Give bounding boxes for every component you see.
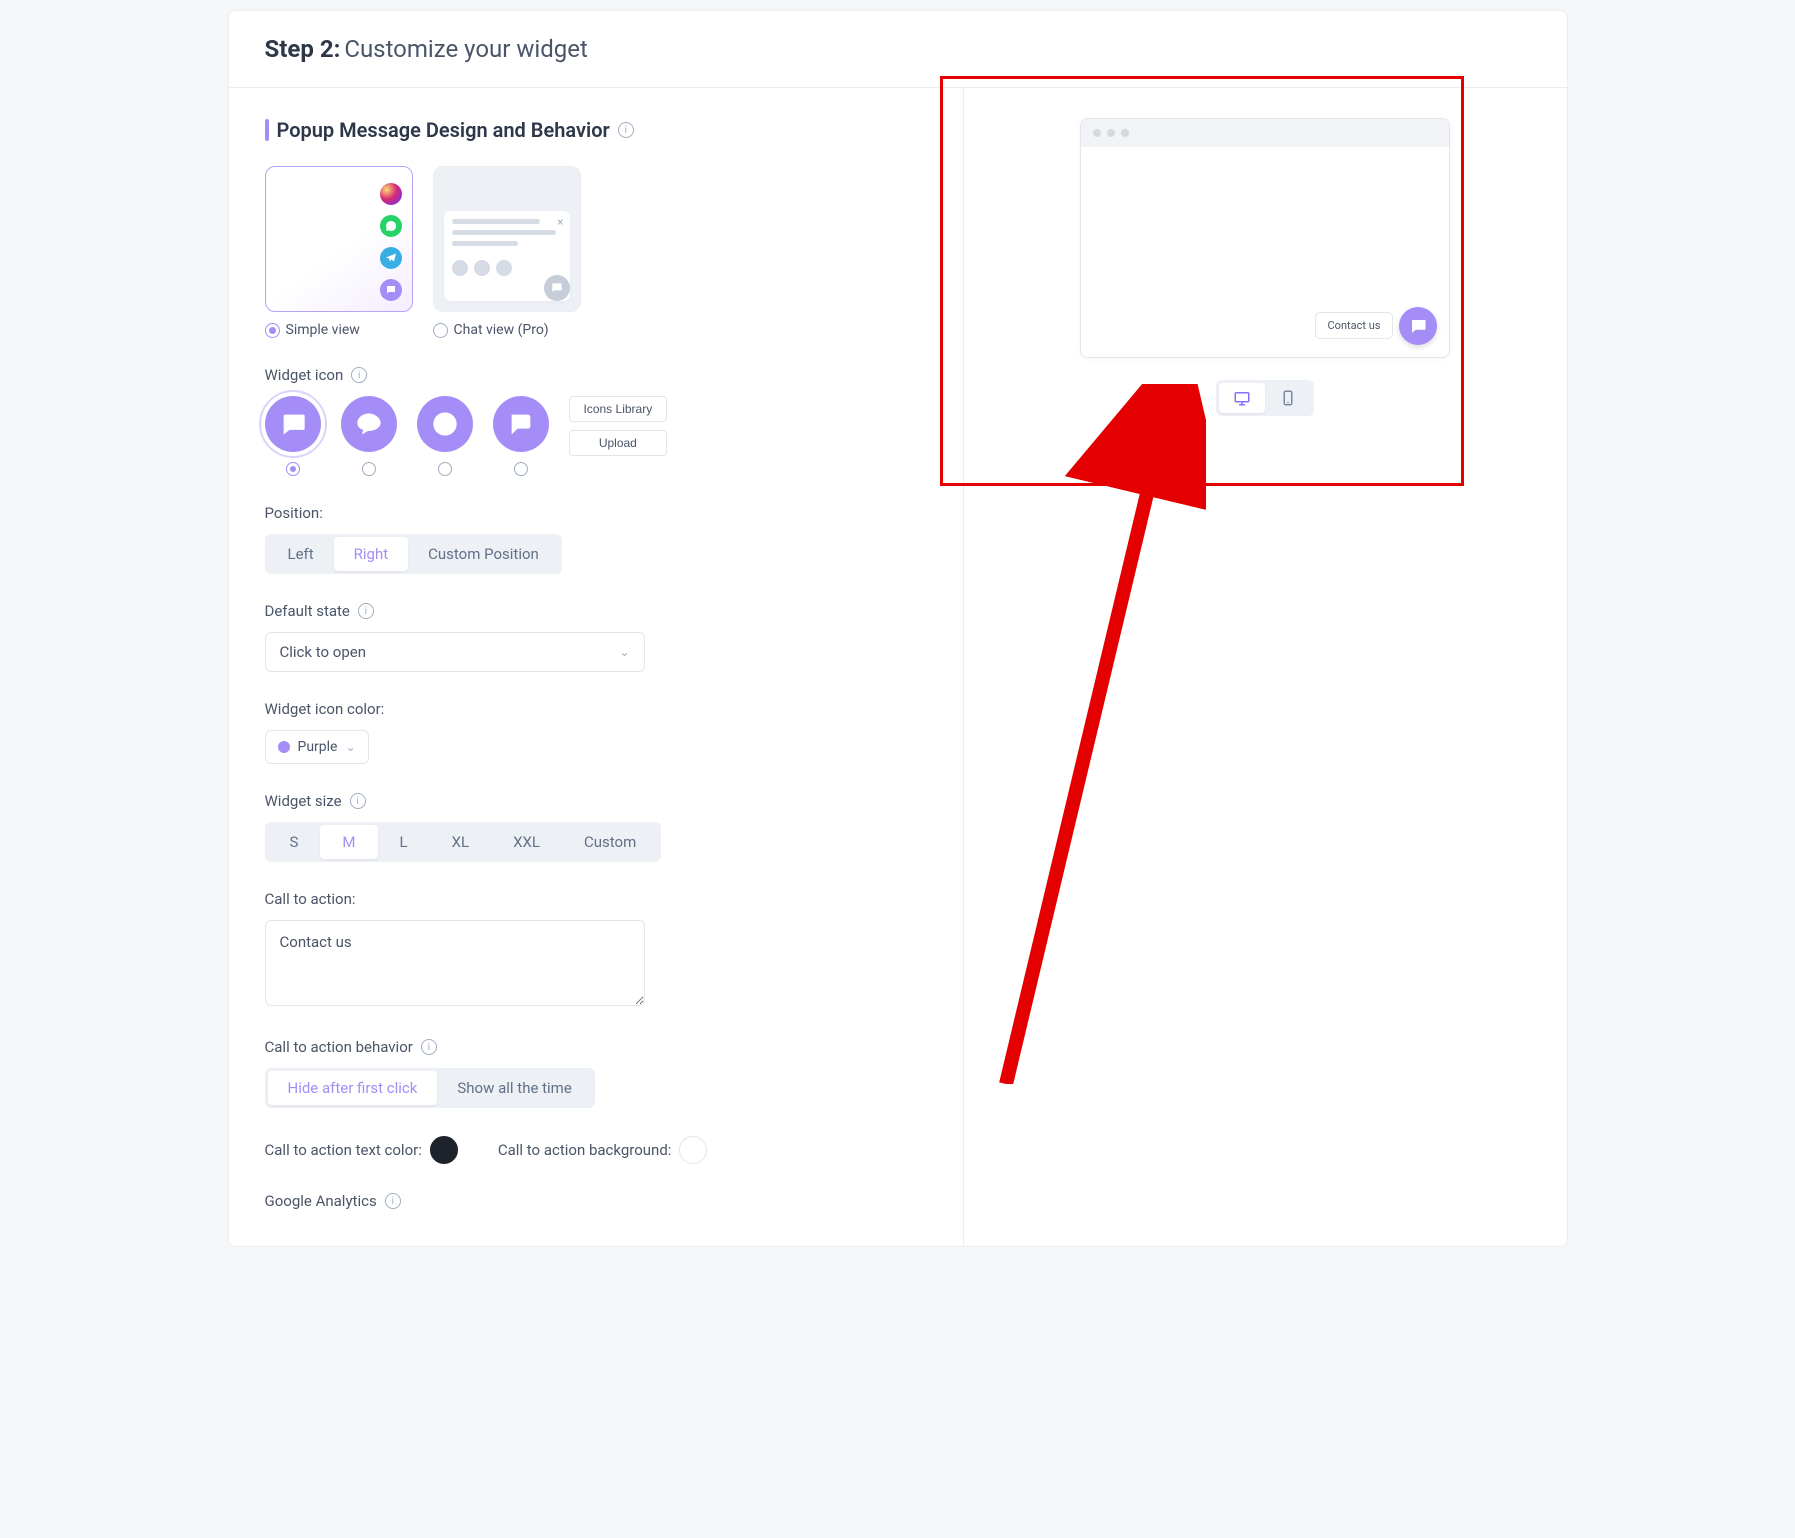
icon-option-3[interactable] xyxy=(417,396,473,476)
radio-icon-1[interactable] xyxy=(286,462,300,476)
info-icon[interactable]: i xyxy=(421,1039,437,1055)
step-title: Customize your widget xyxy=(344,35,587,63)
cta-behavior-show[interactable]: Show all the time xyxy=(437,1071,591,1105)
chat-icon xyxy=(380,279,402,301)
size-label: Widget size xyxy=(265,792,342,810)
cta-behavior-segment: Hide after first click Show all the time xyxy=(265,1068,595,1108)
radio-icon-2[interactable] xyxy=(362,462,376,476)
radio-icon-3[interactable] xyxy=(438,462,452,476)
icons-library-button[interactable]: Icons Library xyxy=(569,396,668,422)
size-l[interactable]: L xyxy=(378,825,430,859)
cta-input[interactable]: Contact us xyxy=(265,920,645,1006)
size-xl[interactable]: XL xyxy=(430,825,491,859)
settings-card: Step 2: Customize your widget Popup Mess… xyxy=(228,10,1568,1247)
whatsapp-icon xyxy=(380,215,402,237)
radio-chat-label: Chat view (Pro) xyxy=(454,322,549,338)
preview-pane: Contact us xyxy=(964,88,1566,1246)
chat-bubble-icon xyxy=(544,275,570,301)
step-number: Step 2: xyxy=(265,35,341,63)
info-icon[interactable]: i xyxy=(618,122,634,138)
position-right[interactable]: Right xyxy=(334,537,408,571)
icon-option-1[interactable] xyxy=(265,396,321,476)
annotation-highlight-box xyxy=(940,76,1464,486)
size-xxl[interactable]: XXL xyxy=(491,825,562,859)
design-option-chat[interactable]: × Chat view (Pro) xyxy=(433,166,581,338)
chevron-down-icon: ⌄ xyxy=(345,740,355,754)
info-icon[interactable]: i xyxy=(350,793,366,809)
settings-form: Popup Message Design and Behavior i xyxy=(229,88,965,1246)
position-segment: Left Right Custom Position xyxy=(265,534,562,574)
size-s[interactable]: S xyxy=(268,825,321,859)
icon-option-4[interactable] xyxy=(493,396,549,476)
icon-color-label: Widget icon color: xyxy=(265,700,385,718)
cta-behavior-hide[interactable]: Hide after first click xyxy=(268,1071,438,1105)
info-icon[interactable]: i xyxy=(358,603,374,619)
instagram-icon xyxy=(380,183,402,205)
info-icon[interactable]: i xyxy=(385,1193,401,1209)
position-left[interactable]: Left xyxy=(268,537,334,571)
cta-bg-label: Call to action background: xyxy=(498,1141,672,1159)
cta-bg-swatch[interactable] xyxy=(679,1136,707,1164)
default-state-select[interactable]: Click to open ⌄ xyxy=(265,632,645,672)
upload-button[interactable]: Upload xyxy=(569,430,668,456)
section-title: Popup Message Design and Behavior xyxy=(277,118,610,142)
icon-option-2[interactable] xyxy=(341,396,397,476)
size-segment: S M L XL XXL Custom xyxy=(265,822,662,862)
default-state-label: Default state xyxy=(265,602,350,620)
widget-icon-label: Widget icon xyxy=(265,366,344,384)
design-option-simple[interactable]: Simple view xyxy=(265,166,413,338)
cta-label: Call to action: xyxy=(265,890,356,908)
color-swatch-purple xyxy=(278,741,290,753)
radio-chat[interactable] xyxy=(433,323,448,338)
info-icon[interactable]: i xyxy=(351,367,367,383)
radio-icon-4[interactable] xyxy=(514,462,528,476)
size-m[interactable]: M xyxy=(320,825,377,859)
close-icon: × xyxy=(557,215,563,229)
accent-bar xyxy=(265,119,269,141)
annotation-arrow-icon xyxy=(976,384,1206,1084)
size-custom[interactable]: Custom xyxy=(562,825,658,859)
chevron-down-icon: ⌄ xyxy=(619,645,629,659)
radio-simple[interactable] xyxy=(265,323,280,338)
cta-text-color-label: Call to action text color: xyxy=(265,1141,422,1159)
icon-color-select[interactable]: Purple ⌄ xyxy=(265,730,369,764)
position-label: Position: xyxy=(265,504,323,522)
ga-label: Google Analytics xyxy=(265,1192,377,1210)
position-custom[interactable]: Custom Position xyxy=(408,537,559,571)
cta-behavior-label: Call to action behavior xyxy=(265,1038,413,1056)
radio-simple-label: Simple view xyxy=(286,322,360,338)
telegram-icon xyxy=(380,247,402,269)
cta-text-color-swatch[interactable] xyxy=(430,1136,458,1164)
